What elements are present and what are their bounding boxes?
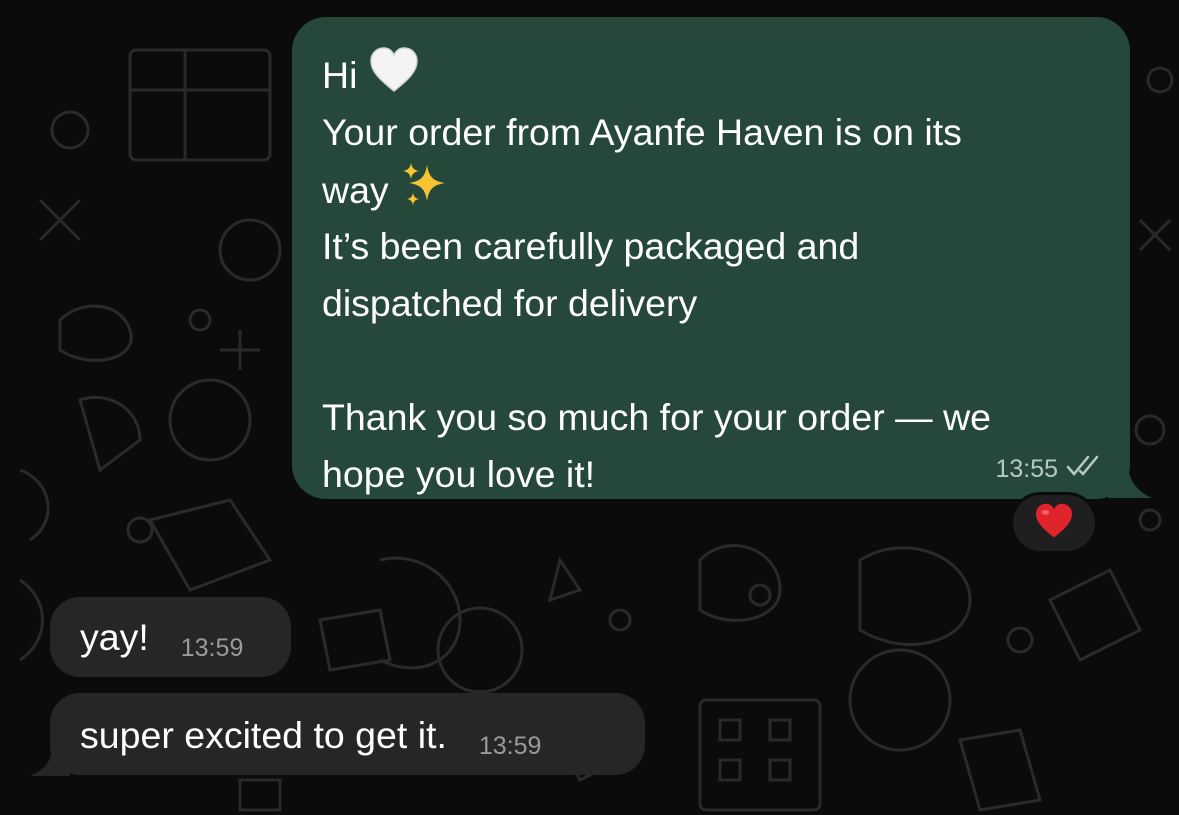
message-line <box>322 332 1100 389</box>
message-line: Hi <box>322 47 1100 104</box>
message-time: 13:59 <box>180 634 244 662</box>
incoming-message-bubble[interactable]: super excited to get it. 13:59 <box>50 693 645 775</box>
message-line: hope you love it! <box>322 453 596 495</box>
bubble-tail <box>1108 456 1152 498</box>
double-check-icon <box>1066 454 1102 485</box>
message-time: 13:59 <box>478 732 542 760</box>
message-time: 13:55 <box>995 455 1058 483</box>
message-line: way <box>322 161 1100 218</box>
message-line: Your order from Ayanfe Haven is on its <box>322 111 962 153</box>
message-line: dispatched for delivery <box>322 282 698 324</box>
red-heart-icon <box>1034 503 1074 544</box>
incoming-message-bubble[interactable]: yay! 13:59 <box>50 597 291 677</box>
sparkles-icon <box>401 161 449 225</box>
bubble-tail <box>30 742 70 776</box>
reaction-badge[interactable] <box>1010 492 1098 554</box>
message-line: It’s been carefully packaged and <box>322 225 860 267</box>
white-heart-icon <box>369 47 419 109</box>
message-line: Thank you so much for your order — we <box>322 396 992 438</box>
outgoing-message-bubble[interactable]: Hi Your order from Ayanfe Haven is on it… <box>292 17 1130 499</box>
message-text: super excited to get it. <box>80 714 447 756</box>
message-text: yay! <box>80 616 149 658</box>
message-meta: 13:55 <box>995 454 1102 485</box>
